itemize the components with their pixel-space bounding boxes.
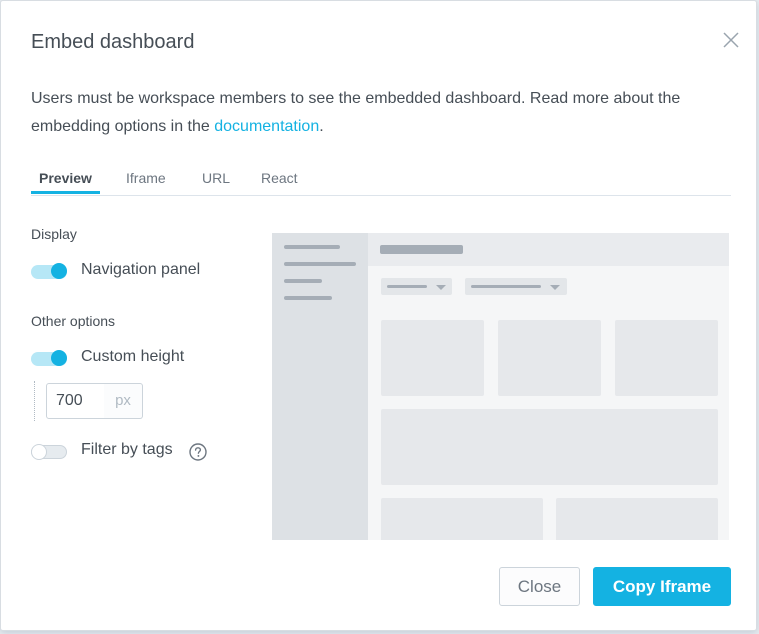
dialog-description: Users must be workspace members to see t… xyxy=(31,85,731,141)
toggle-knob xyxy=(31,444,47,460)
other-options-section-label: Other options xyxy=(31,313,116,329)
tab-react[interactable]: React xyxy=(261,170,298,186)
navigation-panel-label: Navigation panel xyxy=(81,261,201,278)
preview-nav-item xyxy=(284,262,356,266)
tab-preview[interactable]: Preview xyxy=(39,170,92,186)
preview-filter xyxy=(465,278,567,295)
description-suffix: . xyxy=(319,118,324,135)
navigation-panel-toggle[interactable] xyxy=(31,263,67,279)
custom-height-input[interactable] xyxy=(46,383,105,419)
custom-height-toggle[interactable] xyxy=(31,350,67,366)
preview-caret-icon xyxy=(436,285,446,290)
preview-nav-item xyxy=(284,279,322,283)
preview-widget xyxy=(615,320,718,396)
preview-title-bar xyxy=(380,245,463,254)
copy-iframe-button[interactable]: Copy Iframe xyxy=(593,567,731,606)
preview-nav-item xyxy=(284,245,340,249)
toggle-knob xyxy=(51,263,67,279)
preview-nav-item xyxy=(284,296,332,300)
active-tab-indicator xyxy=(31,191,100,194)
preview-filter-text xyxy=(387,285,427,288)
description-text: Users must be workspace members to see t… xyxy=(31,90,681,135)
preview-filter xyxy=(381,278,452,295)
height-unit-label: px xyxy=(104,383,143,419)
preview-widget xyxy=(556,498,718,540)
filter-by-tags-label: Filter by tags xyxy=(81,441,173,458)
preview-widget xyxy=(381,409,718,485)
documentation-link[interactable]: documentation xyxy=(214,118,319,135)
preview-navigation-panel xyxy=(272,233,368,540)
dashboard-preview xyxy=(272,233,729,540)
preview-widget xyxy=(381,498,543,540)
custom-height-label: Custom height xyxy=(81,348,185,365)
preview-widget xyxy=(381,320,484,396)
tab-bar: Preview Iframe URL React xyxy=(31,163,731,196)
embed-dashboard-dialog: Embed dashboard Users must be workspace … xyxy=(0,0,757,631)
indent-guide xyxy=(34,381,35,421)
close-icon[interactable] xyxy=(721,30,741,50)
preview-widget xyxy=(498,320,601,396)
question-circle-icon[interactable] xyxy=(189,443,207,461)
filter-by-tags-toggle[interactable] xyxy=(31,444,67,460)
display-section-label: Display xyxy=(31,226,77,242)
tab-iframe[interactable]: Iframe xyxy=(126,170,166,186)
preview-filter-text xyxy=(471,285,541,288)
toggle-knob xyxy=(51,350,67,366)
tab-url[interactable]: URL xyxy=(202,170,230,186)
close-button[interactable]: Close xyxy=(499,567,580,606)
preview-header xyxy=(368,233,729,266)
dialog-title: Embed dashboard xyxy=(31,31,195,53)
preview-caret-icon xyxy=(550,285,560,290)
